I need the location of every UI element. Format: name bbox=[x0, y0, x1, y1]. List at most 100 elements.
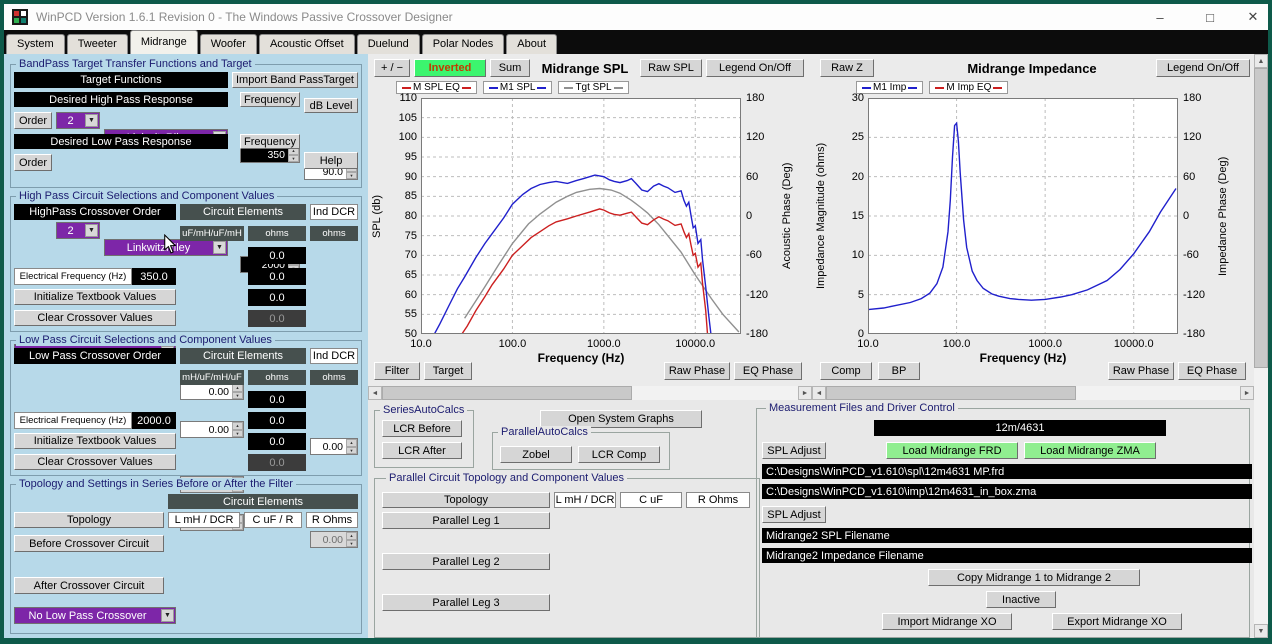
minimize-button[interactable]: – bbox=[1138, 4, 1182, 30]
lp-init-textbook-button[interactable]: Initialize Textbook Values bbox=[14, 433, 176, 449]
imp-raw-phase-button[interactable]: Raw Phase bbox=[1108, 362, 1174, 380]
tick-label: 60 bbox=[1183, 170, 1196, 183]
inverted-button[interactable]: Inverted bbox=[414, 59, 486, 77]
target-button[interactable]: Target bbox=[424, 362, 472, 380]
scroll-up-icon[interactable]: ▲ bbox=[1254, 54, 1268, 68]
spin-down-icon[interactable]: ▼ bbox=[346, 171, 357, 179]
import-bandpass-target-button[interactable]: Import Band PassTarget bbox=[232, 72, 358, 88]
tab-midrange[interactable]: Midrange bbox=[129, 30, 198, 54]
hp-dcr-display: 0.0 bbox=[248, 247, 306, 264]
tab-about[interactable]: About bbox=[506, 34, 558, 54]
spin-down-icon[interactable]: ▼ bbox=[288, 154, 299, 162]
hp-order-select[interactable]: 2 ▼ bbox=[56, 112, 100, 129]
lp-ind-dcr-label: Ind DCR bbox=[310, 348, 358, 364]
load-midrange-frd-button[interactable]: Load Midrange FRD bbox=[886, 442, 1018, 459]
scroll-down-icon[interactable]: ▼ bbox=[1254, 624, 1268, 638]
scroll-right-icon[interactable]: ► bbox=[1240, 386, 1254, 400]
lcr-after-button[interactable]: LCR After bbox=[382, 442, 462, 459]
scrollbar-thumb[interactable] bbox=[1254, 68, 1268, 368]
chevron-down-icon[interactable]: ▼ bbox=[85, 114, 98, 127]
lp-frequency-button[interactable]: Frequency bbox=[240, 134, 300, 149]
imp-y2-axis-title: Impedance Phase (Deg) bbox=[1217, 156, 1229, 276]
legend-item: M1 SPL bbox=[482, 81, 553, 94]
legend-label: M1 SPL bbox=[499, 82, 536, 93]
tick-label: 85 bbox=[404, 190, 417, 203]
hp-ohms-label-1: ohms bbox=[248, 226, 306, 241]
lp-dcr-display: 0.0 bbox=[248, 391, 306, 408]
load-midrange-zma-button[interactable]: Load Midrange ZMA bbox=[1024, 442, 1156, 459]
impedance-chart-title: Midrange Impedance bbox=[967, 61, 1097, 76]
hp-frequency-button[interactable]: Frequency bbox=[240, 92, 300, 107]
imp-horizontal-scrollbar[interactable]: ◄ ► bbox=[812, 386, 1254, 400]
tick-label: 100 bbox=[398, 131, 417, 144]
tick-label: 180 bbox=[1183, 92, 1202, 104]
tab-acoustic-offset[interactable]: Acoustic Offset bbox=[258, 34, 355, 54]
spl-eq-phase-button[interactable]: EQ Phase bbox=[734, 362, 802, 380]
hp-response-header: Desired High Pass Response bbox=[14, 92, 228, 107]
zma-path-display: C:\Designs\WinPCD_v1.610\imp\12m4631_in_… bbox=[762, 484, 1252, 499]
series-group-title: Topology and Settings in Series Before o… bbox=[16, 478, 296, 490]
raw-z-button[interactable]: Raw Z bbox=[820, 59, 874, 77]
hp-clear-values-button[interactable]: Clear Crossover Values bbox=[14, 310, 176, 326]
title-bar: WinPCD Version 1.6.1 Revision 0 - The Wi… bbox=[4, 4, 1268, 30]
imp-legend-toggle-button[interactable]: Legend On/Off bbox=[1156, 59, 1250, 77]
close-button[interactable]: ✕ bbox=[1234, 4, 1272, 30]
lp-clear-values-button[interactable]: Clear Crossover Values bbox=[14, 454, 176, 470]
parallel-col-r: R Ohms bbox=[686, 492, 750, 508]
legend-label: M Imp EQ bbox=[946, 82, 992, 93]
tick-label: 5 bbox=[857, 288, 864, 301]
help-button[interactable]: Help bbox=[304, 152, 358, 169]
hp-units-label: uF/mH/uF/mH bbox=[180, 226, 244, 241]
comp-button[interactable]: Comp bbox=[820, 362, 872, 380]
tab-duelund[interactable]: Duelund bbox=[356, 34, 420, 54]
scroll-left-icon[interactable]: ◄ bbox=[368, 386, 382, 400]
plus-minus-button[interactable]: + / − bbox=[374, 59, 410, 77]
copy-midrange-button[interactable]: Copy Midrange 1 to Midrange 2 bbox=[928, 569, 1140, 586]
series-col-r: R Ohms bbox=[306, 512, 358, 528]
tab-woofer[interactable]: Woofer bbox=[199, 34, 257, 54]
hp-init-textbook-button[interactable]: Initialize Textbook Values bbox=[14, 289, 176, 305]
imp-eq-phase-button[interactable]: EQ Phase bbox=[1178, 362, 1246, 380]
spl-legend-toggle-button[interactable]: Legend On/Off bbox=[706, 59, 804, 77]
filter-button[interactable]: Filter bbox=[374, 362, 420, 380]
scrollbar-thumb[interactable] bbox=[826, 386, 1076, 400]
sum-button[interactable]: Sum bbox=[490, 59, 530, 77]
lcr-comp-button[interactable]: LCR Comp bbox=[578, 446, 660, 463]
spl-horizontal-scrollbar[interactable]: ◄ ► bbox=[368, 386, 812, 400]
hp-dcr-display-disabled: 0.0 bbox=[248, 310, 306, 327]
db-level-button[interactable]: dB Level bbox=[304, 98, 358, 113]
impedance-legend: M1 Imp M Imp EQ bbox=[856, 81, 1009, 94]
tab-polar-nodes[interactable]: Polar Nodes bbox=[421, 34, 505, 54]
tab-system[interactable]: System bbox=[6, 34, 65, 54]
tick-label: 10000.0 bbox=[1113, 338, 1154, 350]
inactive-button[interactable]: Inactive bbox=[986, 591, 1056, 608]
tab-tweeter[interactable]: Tweeter bbox=[66, 34, 128, 54]
midrange2-spl-filename-display: Midrange2 SPL Filename bbox=[762, 528, 1252, 543]
spl-raw-phase-button[interactable]: Raw Phase bbox=[664, 362, 730, 380]
scrollbar-thumb[interactable] bbox=[382, 386, 632, 400]
export-midrange-xo-button[interactable]: Export Midrange XO bbox=[1052, 613, 1182, 630]
tick-label: 95 bbox=[404, 151, 417, 163]
tick-label: 60 bbox=[404, 288, 417, 301]
tick-label: -180 bbox=[746, 328, 769, 340]
parallel-autocalcs-title: ParallelAutoCalcs bbox=[498, 426, 591, 438]
tick-label: 180 bbox=[746, 92, 765, 104]
maximize-button[interactable]: □ bbox=[1188, 4, 1232, 30]
import-midrange-xo-button[interactable]: Import Midrange XO bbox=[882, 613, 1012, 630]
lp-ohms-label-2: ohms bbox=[310, 370, 358, 385]
zobel-button[interactable]: Zobel bbox=[500, 446, 572, 463]
lp-order-label: Order bbox=[14, 154, 52, 171]
parallel-leg-label: Parallel Leg 2 bbox=[382, 553, 550, 570]
tick-label: 90 bbox=[404, 170, 417, 183]
window-title: WinPCD Version 1.6.1 Revision 0 - The Wi… bbox=[36, 10, 453, 24]
legend-label: M1 Imp bbox=[873, 82, 907, 93]
lcr-before-button[interactable]: LCR Before bbox=[382, 420, 462, 437]
scroll-left-icon[interactable]: ◄ bbox=[812, 386, 826, 400]
hp-ohms-label-2: ohms bbox=[310, 226, 358, 241]
scroll-right-icon[interactable]: ► bbox=[798, 386, 812, 400]
target-functions-button[interactable]: Target Functions bbox=[14, 72, 228, 88]
hp-elec-freq-display: 350.0 bbox=[132, 268, 176, 285]
vertical-scrollbar[interactable]: ▲ ▼ bbox=[1254, 54, 1268, 638]
bp-button[interactable]: BP bbox=[878, 362, 920, 380]
raw-spl-button[interactable]: Raw SPL bbox=[640, 59, 702, 77]
